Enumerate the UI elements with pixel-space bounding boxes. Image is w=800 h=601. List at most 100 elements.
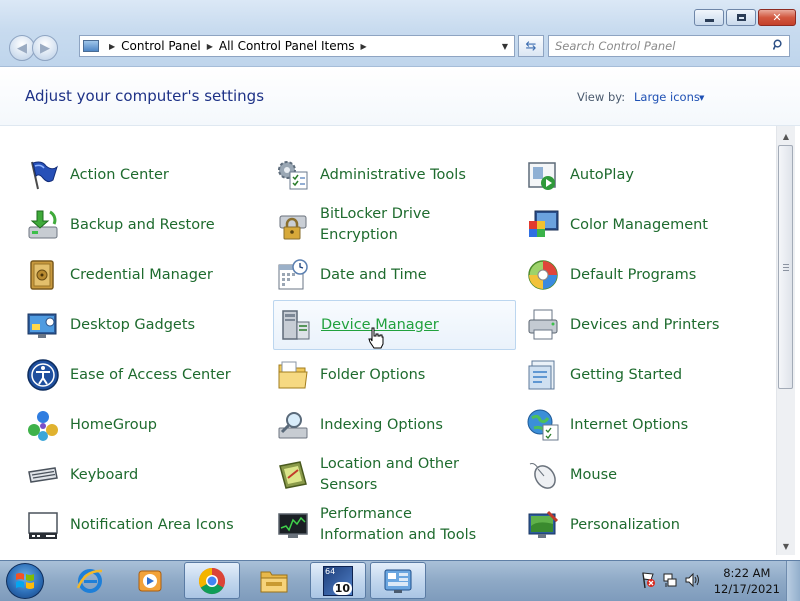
item-performance-info[interactable]: Performance Information and Tools — [250, 501, 490, 549]
item-administrative-tools[interactable]: Administrative Tools — [250, 151, 490, 199]
item-date-and-time[interactable]: Date and Time — [250, 251, 490, 299]
item-label: Credential Manager — [70, 266, 213, 283]
item-label: Action Center — [70, 166, 169, 183]
item-location-sensors[interactable]: Location and Other Sensors — [250, 451, 490, 499]
volume-icon[interactable] — [684, 571, 702, 589]
item-credential-manager[interactable]: Credential Manager — [0, 251, 240, 299]
item-folder-options[interactable]: Folder Options — [250, 351, 490, 399]
ease-of-access-icon — [26, 358, 60, 392]
item-label: Internet Options — [570, 416, 689, 433]
address-bar[interactable]: ▶ Control Panel ▶ All Control Panel Item… — [79, 35, 515, 57]
close-button[interactable]: ✕ — [758, 9, 796, 26]
item-bitlocker[interactable]: BitLocker Drive Encryption — [250, 201, 490, 249]
forward-button[interactable]: ▶ — [32, 35, 58, 61]
close-icon: ✕ — [772, 11, 782, 24]
scroll-thumb[interactable] — [778, 145, 793, 389]
autoplay-icon — [526, 158, 560, 192]
taskbar-internet-explorer[interactable] — [62, 562, 118, 599]
page-title: Adjust your computer's settings — [25, 87, 265, 105]
item-autoplay[interactable]: AutoPlay — [500, 151, 740, 199]
item-label: HomeGroup — [70, 416, 157, 433]
hand-cursor-icon — [368, 327, 384, 349]
item-default-programs[interactable]: Default Programs — [500, 251, 740, 299]
address-dropdown-icon[interactable]: ▼ — [496, 36, 514, 56]
show-desktop-button[interactable] — [786, 561, 800, 601]
item-label: Getting Started — [570, 366, 683, 383]
item-label: Date and Time — [320, 266, 427, 283]
item-color-management[interactable]: Color Management — [500, 201, 740, 249]
search-box[interactable] — [548, 35, 790, 57]
globe-icon — [526, 408, 560, 442]
item-label: Devices and Printers — [570, 316, 720, 333]
item-backup-and-restore[interactable]: Backup and Restore — [0, 201, 240, 249]
grip-icon — [783, 270, 789, 271]
item-ease-of-access[interactable]: Ease of Access Center — [0, 351, 240, 399]
breadcrumb-chevron-icon[interactable]: ▶ — [361, 42, 367, 51]
admin-tools-icon — [276, 158, 310, 192]
item-device-manager[interactable]: Device Manager — [273, 300, 516, 350]
internet-explorer-icon — [76, 568, 103, 593]
performance-icon — [276, 508, 310, 542]
personalization-icon — [526, 508, 560, 542]
windows-logo-icon — [16, 573, 34, 589]
start-button[interactable] — [6, 563, 44, 599]
item-devices-and-printers[interactable]: Devices and Printers — [500, 301, 740, 349]
calendar-clock-icon — [276, 258, 310, 292]
network-icon[interactable] — [662, 571, 678, 589]
item-notification-area-icons[interactable]: Notification Area Icons — [0, 501, 240, 549]
breadcrumb-item[interactable]: Control Panel — [121, 39, 201, 53]
item-label: Indexing Options — [320, 416, 443, 433]
chrome-icon — [198, 567, 226, 594]
app-badge-64: 64 — [325, 566, 336, 576]
taskbar-control-panel[interactable] — [370, 562, 426, 599]
device-manager-icon — [277, 308, 311, 342]
item-label: Notification Area Icons — [70, 516, 234, 533]
magnifier-icon — [276, 408, 310, 442]
item-internet-options[interactable]: Internet Options — [500, 401, 740, 449]
item-label: BitLocker Drive Encryption — [320, 206, 431, 243]
scroll-down-icon[interactable]: ▼ — [777, 538, 795, 555]
item-homegroup[interactable]: HomeGroup — [0, 401, 240, 449]
chevron-down-icon[interactable]: ▼ — [699, 94, 704, 102]
maximize-button[interactable] — [726, 9, 756, 26]
folder-icon — [276, 358, 310, 392]
control-panel-icon — [384, 569, 412, 593]
backup-icon — [26, 208, 60, 242]
taskbar-chrome[interactable] — [184, 562, 240, 599]
title-bar: ✕ ◀ ▶ ▶ Control Panel ▶ All Control Pane… — [0, 0, 800, 67]
taskbar-file-explorer[interactable] — [246, 562, 302, 599]
app-64-10-icon: 64 10 — [323, 565, 353, 596]
item-label: Color Management — [570, 216, 708, 233]
item-indexing-options[interactable]: Indexing Options — [250, 401, 490, 449]
minimize-button[interactable] — [694, 9, 724, 26]
taskbar-app-64-10[interactable]: 64 10 — [310, 562, 366, 599]
flag-icon — [26, 158, 60, 192]
clock[interactable]: 8:22 AM 12/17/2021 — [714, 565, 780, 597]
vertical-scrollbar[interactable]: ▲ ▼ — [776, 126, 795, 555]
item-action-center[interactable]: Action Center — [0, 151, 240, 199]
refresh-icon: ⇆ — [525, 38, 537, 54]
item-desktop-gadgets[interactable]: Desktop Gadgets — [0, 301, 240, 349]
file-explorer-icon — [260, 571, 288, 592]
item-label: Performance Information and Tools — [320, 506, 477, 543]
breadcrumb-chevron-icon[interactable]: ▶ — [207, 42, 213, 51]
taskbar-media-player[interactable] — [122, 562, 178, 599]
breadcrumb-item[interactable]: All Control Panel Items — [219, 39, 355, 53]
getting-started-icon — [526, 358, 560, 392]
item-keyboard[interactable]: Keyboard — [0, 451, 240, 499]
view-by-dropdown[interactable]: Large icons — [634, 90, 700, 104]
item-getting-started[interactable]: Getting Started — [500, 351, 740, 399]
refresh-button[interactable]: ⇆ — [518, 35, 544, 57]
scroll-up-icon[interactable]: ▲ — [777, 128, 795, 145]
item-personalization[interactable]: Personalization — [500, 501, 740, 549]
breadcrumb-chevron-icon[interactable]: ▶ — [109, 42, 115, 51]
search-input[interactable] — [549, 36, 764, 56]
item-mouse[interactable]: Mouse — [500, 451, 740, 499]
minimize-icon — [704, 19, 714, 22]
item-label: Folder Options — [320, 366, 426, 383]
view-by-label: View by: — [577, 90, 626, 104]
search-icon[interactable] — [773, 39, 784, 50]
action-center-flag-icon[interactable] — [640, 571, 656, 589]
media-player-icon — [138, 570, 162, 591]
control-panel-items: Action Center Administrative Tools AutoP… — [0, 126, 776, 560]
